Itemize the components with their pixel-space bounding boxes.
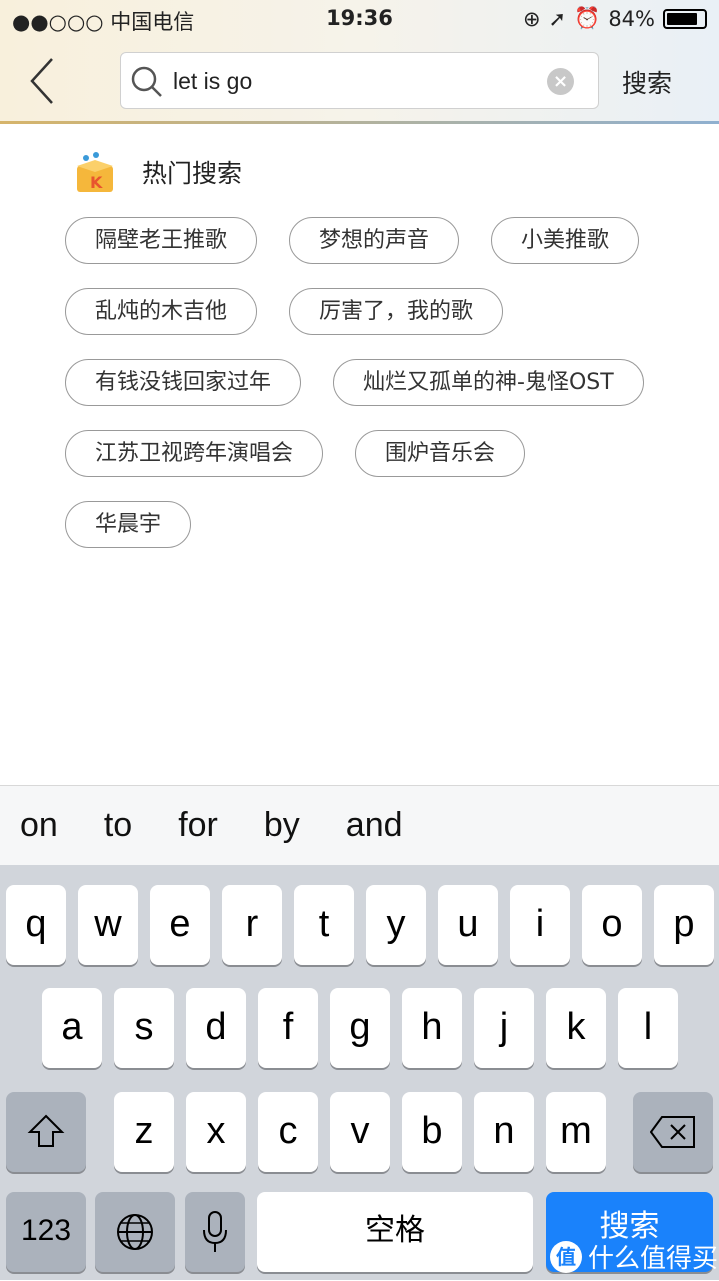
header: ●●○○○ 中国电信 19:36 ⊕ ➚ ⏰ 84% × 搜索 bbox=[0, 0, 719, 124]
globe-icon bbox=[117, 1214, 153, 1250]
delete-key[interactable] bbox=[633, 1092, 713, 1172]
key-h[interactable]: h bbox=[402, 988, 462, 1068]
hot-search-chip[interactable]: 梦想的声音 bbox=[289, 217, 460, 264]
key-w[interactable]: w bbox=[78, 885, 138, 965]
numbers-key[interactable]: 123 bbox=[6, 1192, 86, 1272]
key-c[interactable]: c bbox=[258, 1092, 318, 1172]
hot-search-header: K 热门搜索 bbox=[74, 150, 242, 194]
key-l[interactable]: l bbox=[618, 988, 678, 1068]
kugou-box-icon: K bbox=[77, 152, 113, 192]
key-i[interactable]: i bbox=[510, 885, 570, 965]
battery-percent: 84% bbox=[608, 6, 655, 31]
key-z[interactable]: z bbox=[114, 1092, 174, 1172]
suggestion[interactable]: and bbox=[346, 806, 403, 845]
key-d[interactable]: d bbox=[186, 988, 246, 1068]
search-box[interactable]: × bbox=[120, 52, 599, 109]
suggestion[interactable]: by bbox=[264, 806, 300, 845]
battery-icon bbox=[663, 8, 707, 29]
key-k[interactable]: k bbox=[546, 988, 606, 1068]
svg-text:K: K bbox=[90, 173, 103, 192]
hot-search-chip[interactable]: 厉害了，我的歌 bbox=[289, 288, 504, 335]
hot-search-list: 隔壁老王推歌 梦想的声音 小美推歌 乱炖的木吉他 厉害了，我的歌 有钱没钱回家过… bbox=[65, 217, 680, 548]
clear-icon[interactable]: × bbox=[547, 68, 574, 95]
key-j[interactable]: j bbox=[474, 988, 534, 1068]
hot-search-chip[interactable]: 乱炖的木吉他 bbox=[65, 288, 258, 335]
key-y[interactable]: y bbox=[366, 885, 426, 965]
watermark-badge: 值 bbox=[550, 1240, 582, 1273]
key-q[interactable]: q bbox=[6, 885, 66, 965]
key-v[interactable]: v bbox=[330, 1092, 390, 1172]
key-x[interactable]: x bbox=[186, 1092, 246, 1172]
key-m[interactable]: m bbox=[546, 1092, 606, 1172]
hot-search-chip[interactable]: 灿烂又孤单的神-鬼怪OST bbox=[333, 359, 644, 406]
globe-key[interactable] bbox=[95, 1192, 175, 1272]
key-u[interactable]: u bbox=[438, 885, 498, 965]
key-g[interactable]: g bbox=[330, 988, 390, 1068]
microphone-icon bbox=[203, 1211, 227, 1252]
backspace-icon bbox=[649, 1116, 695, 1148]
search-input[interactable] bbox=[173, 63, 533, 99]
key-n[interactable]: n bbox=[474, 1092, 534, 1172]
hot-search-chip[interactable]: 围炉音乐会 bbox=[355, 430, 526, 477]
hot-search-chip[interactable]: 小美推歌 bbox=[491, 217, 640, 264]
hot-search-chip[interactable]: 江苏卫视跨年演唱会 bbox=[65, 430, 324, 477]
key-b[interactable]: b bbox=[402, 1092, 462, 1172]
key-a[interactable]: a bbox=[42, 988, 102, 1068]
key-o[interactable]: o bbox=[582, 885, 642, 965]
watermark-text: 什么值得买 bbox=[588, 1244, 719, 1274]
key-e[interactable]: e bbox=[150, 885, 210, 965]
location-icon: ➚ bbox=[548, 6, 567, 31]
chevron-left-icon bbox=[30, 58, 53, 104]
hot-search-title: 热门搜索 bbox=[142, 159, 243, 188]
search-button[interactable]: 搜索 bbox=[622, 64, 672, 100]
shift-icon bbox=[27, 1114, 65, 1147]
suggestion[interactable]: for bbox=[178, 806, 218, 845]
watermark: 值什么值得买 bbox=[550, 1238, 718, 1275]
key-p[interactable]: p bbox=[654, 885, 714, 965]
key-f[interactable]: f bbox=[258, 988, 318, 1068]
hot-search-chip[interactable]: 华晨宇 bbox=[65, 501, 192, 548]
alarm-icon: ⏰ bbox=[574, 6, 601, 30]
key-r[interactable]: r bbox=[222, 885, 282, 965]
shift-key[interactable] bbox=[6, 1092, 86, 1172]
predictive-bar: on to for by and bbox=[0, 785, 719, 865]
back-button[interactable] bbox=[26, 56, 66, 106]
mic-key[interactable] bbox=[185, 1192, 245, 1272]
status-right: ⊕ ➚ ⏰ 84% bbox=[523, 6, 707, 31]
key-t[interactable]: t bbox=[294, 885, 354, 965]
keyboard: 123 空格 搜索 qwertyuiopasdfghjklzxcvbnm bbox=[0, 865, 719, 1280]
suggestion[interactable]: on bbox=[20, 806, 58, 845]
status-bar: ●●○○○ 中国电信 19:36 ⊕ ➚ ⏰ 84% bbox=[0, 6, 719, 34]
hot-search-chip[interactable]: 有钱没钱回家过年 bbox=[65, 359, 302, 406]
suggestion[interactable]: to bbox=[104, 806, 132, 845]
search-icon bbox=[131, 66, 162, 97]
space-key[interactable]: 空格 bbox=[257, 1192, 533, 1272]
rotation-lock-icon: ⊕ bbox=[522, 6, 541, 31]
key-s[interactable]: s bbox=[114, 988, 174, 1068]
hot-search-chip[interactable]: 隔壁老王推歌 bbox=[65, 217, 258, 264]
